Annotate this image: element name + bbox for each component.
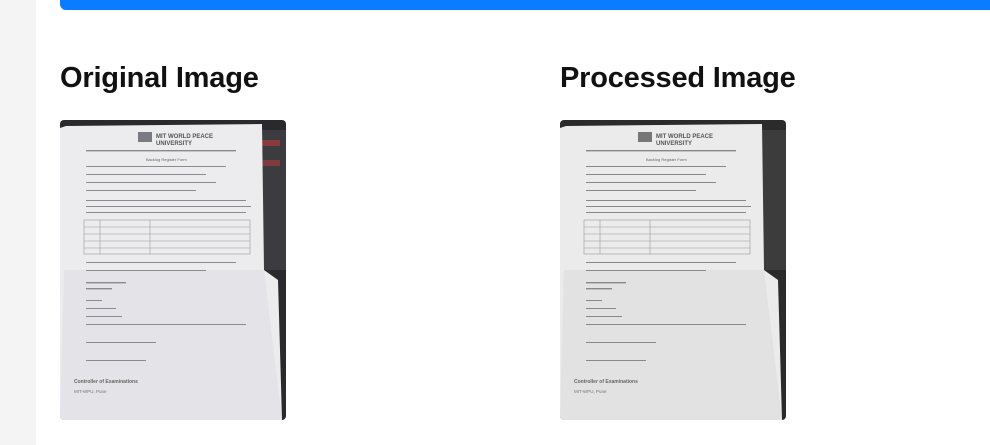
original-image: MIT WORLD PEACE UNIVERSITY Backlog Regis… <box>60 120 286 420</box>
processed-footer-line1: Controller of Examinations <box>574 379 638 385</box>
top-accent-bar <box>60 0 990 10</box>
processed-image: MIT WORLD PEACE UNIVERSITY Backlog Regis… <box>560 120 786 420</box>
processed-image-title: Processed Image <box>560 62 796 94</box>
processed-university-bottom: UNIVERSITY <box>656 141 692 147</box>
left-gutter <box>0 0 36 445</box>
original-image-section: Original Image MIT WORLD PEACE UNIVERSIT… <box>60 58 286 420</box>
processed-university-top: MIT WORLD PEACE <box>656 134 713 140</box>
original-image-title: Original Image <box>60 62 259 94</box>
processed-document-photo: MIT WORLD PEACE UNIVERSITY Backlog Regis… <box>560 120 786 420</box>
original-footer-line1: Controller of Examinations <box>74 379 138 385</box>
processed-form-title: Backlog Register Form <box>646 157 687 162</box>
original-footer-line2: MIT-WPU, Pune <box>74 389 107 394</box>
original-document-photo: MIT WORLD PEACE UNIVERSITY Backlog Regis… <box>60 120 286 420</box>
original-university-top: MIT WORLD PEACE <box>156 134 213 140</box>
original-university-bottom: UNIVERSITY <box>156 141 192 147</box>
original-form-title: Backlog Register Form <box>146 157 187 162</box>
processed-image-section: Processed Image MIT WORLD PEACE UNIVERSI… <box>560 58 796 420</box>
processed-footer-line2: MIT-WPU, Pune <box>574 389 607 394</box>
